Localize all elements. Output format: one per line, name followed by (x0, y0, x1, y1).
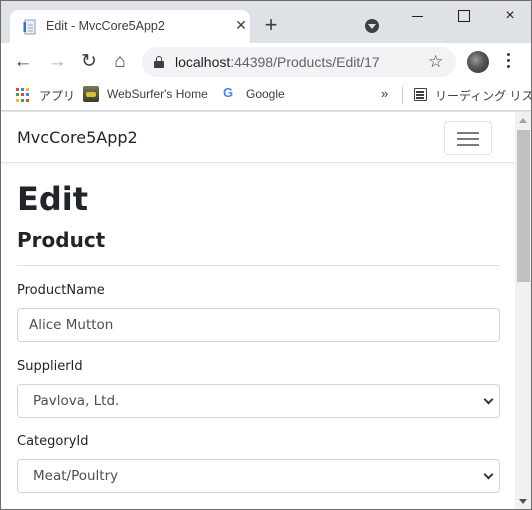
new-tab-button[interactable]: + (261, 14, 281, 36)
page-viewport: MvcCore5App2 Edit Product ProductName Al… (1, 112, 515, 509)
apps-grid-dot (21, 98, 24, 102)
bookmarks-bar: アプリ WebSurfer's Home G Google » リーディング リ… (1, 80, 531, 111)
product-name-input[interactable]: Alice Mutton (17, 308, 500, 342)
chevron-down-icon (483, 469, 494, 480)
page-subtitle: Product (17, 228, 106, 252)
product-name-label: ProductName (17, 283, 105, 298)
tab-search-icon[interactable] (365, 19, 379, 33)
scroll-up-arrow-icon[interactable] (519, 118, 527, 123)
apps-grid-dot (16, 88, 19, 91)
page-title: Edit (17, 180, 89, 218)
minimize-button[interactable] (407, 7, 429, 25)
supplier-id-value: Pavlova, Ltd. (33, 393, 120, 409)
url-host: localhost (175, 54, 231, 70)
supplier-id-select[interactable]: Pavlova, Ltd. (17, 384, 500, 418)
navbar-toggler-button[interactable] (444, 121, 492, 155)
scroll-down-arrow-icon[interactable] (519, 499, 527, 504)
apps-grid-dot (26, 88, 29, 91)
bookmark-star-icon[interactable]: ☆ (428, 52, 443, 72)
url-path: :44398/Products/Edit/17 (230, 54, 380, 70)
reading-list-icon[interactable] (414, 88, 427, 101)
bookmarks-divider (402, 87, 403, 104)
home-icon[interactable]: ⌂ (109, 51, 131, 73)
browser-toolbar: ← → ↻ ⌂ localhost:44398/Products/Edit/17… (1, 43, 531, 80)
scroll-thumb[interactable] (517, 130, 530, 282)
address-bar[interactable]: localhost:44398/Products/Edit/17 ☆ (142, 47, 456, 77)
websurfer-icon (83, 86, 99, 102)
bookmark-websurfer[interactable]: WebSurfer's Home (107, 87, 208, 101)
category-id-value: Meat/Poultry (33, 468, 119, 484)
divider (17, 265, 500, 266)
forward-arrow-icon[interactable]: → (46, 51, 68, 73)
profile-avatar[interactable] (467, 51, 489, 73)
reading-list-button[interactable]: リーディング リスト (435, 87, 531, 104)
product-name-value: Alice Mutton (29, 317, 114, 333)
page-scrollbar[interactable] (515, 112, 531, 509)
supplier-id-label: SupplierId (17, 359, 83, 374)
browser-window: Edit - MvcCore5App2 ✕ + × ← → ↻ ⌂ localh… (0, 0, 532, 510)
more-menu-icon[interactable] (507, 53, 511, 71)
apps-grid-dot (26, 98, 29, 102)
bookmarks-overflow-icon[interactable]: » (381, 86, 388, 101)
close-window-button[interactable]: × (499, 7, 521, 25)
url-text[interactable]: localhost:44398/Products/Edit/17 (175, 54, 380, 70)
apps-grid-dot (16, 93, 19, 97)
google-icon: G (223, 85, 234, 100)
close-tab-icon[interactable]: ✕ (232, 16, 250, 34)
apps-grid-dot (21, 88, 24, 91)
apps-grid-dot (26, 93, 29, 97)
apps-grid-icon[interactable] (16, 88, 30, 102)
tab-title: Edit - MvcCore5App2 (46, 19, 165, 33)
maximize-button[interactable] (453, 7, 475, 25)
apps-grid-dot (21, 93, 24, 97)
chevron-down-icon (483, 394, 494, 405)
apps-grid-dot (16, 98, 19, 102)
reload-icon[interactable]: ↻ (78, 51, 100, 73)
category-id-label: CategoryId (17, 434, 89, 449)
back-arrow-icon[interactable]: ← (12, 51, 34, 73)
category-id-select[interactable]: Meat/Poultry (17, 459, 500, 493)
site-navbar: MvcCore5App2 (1, 112, 515, 163)
lock-icon[interactable] (154, 56, 164, 68)
bookmark-google[interactable]: Google (246, 87, 285, 101)
bookmark-apps[interactable]: アプリ (39, 87, 75, 104)
navbar-brand[interactable]: MvcCore5App2 (17, 128, 138, 147)
tab-strip: Edit - MvcCore5App2 ✕ + × (1, 1, 531, 43)
hamburger-icon (457, 132, 479, 134)
document-icon (23, 19, 36, 35)
browser-tab[interactable]: Edit - MvcCore5App2 ✕ (10, 10, 250, 43)
